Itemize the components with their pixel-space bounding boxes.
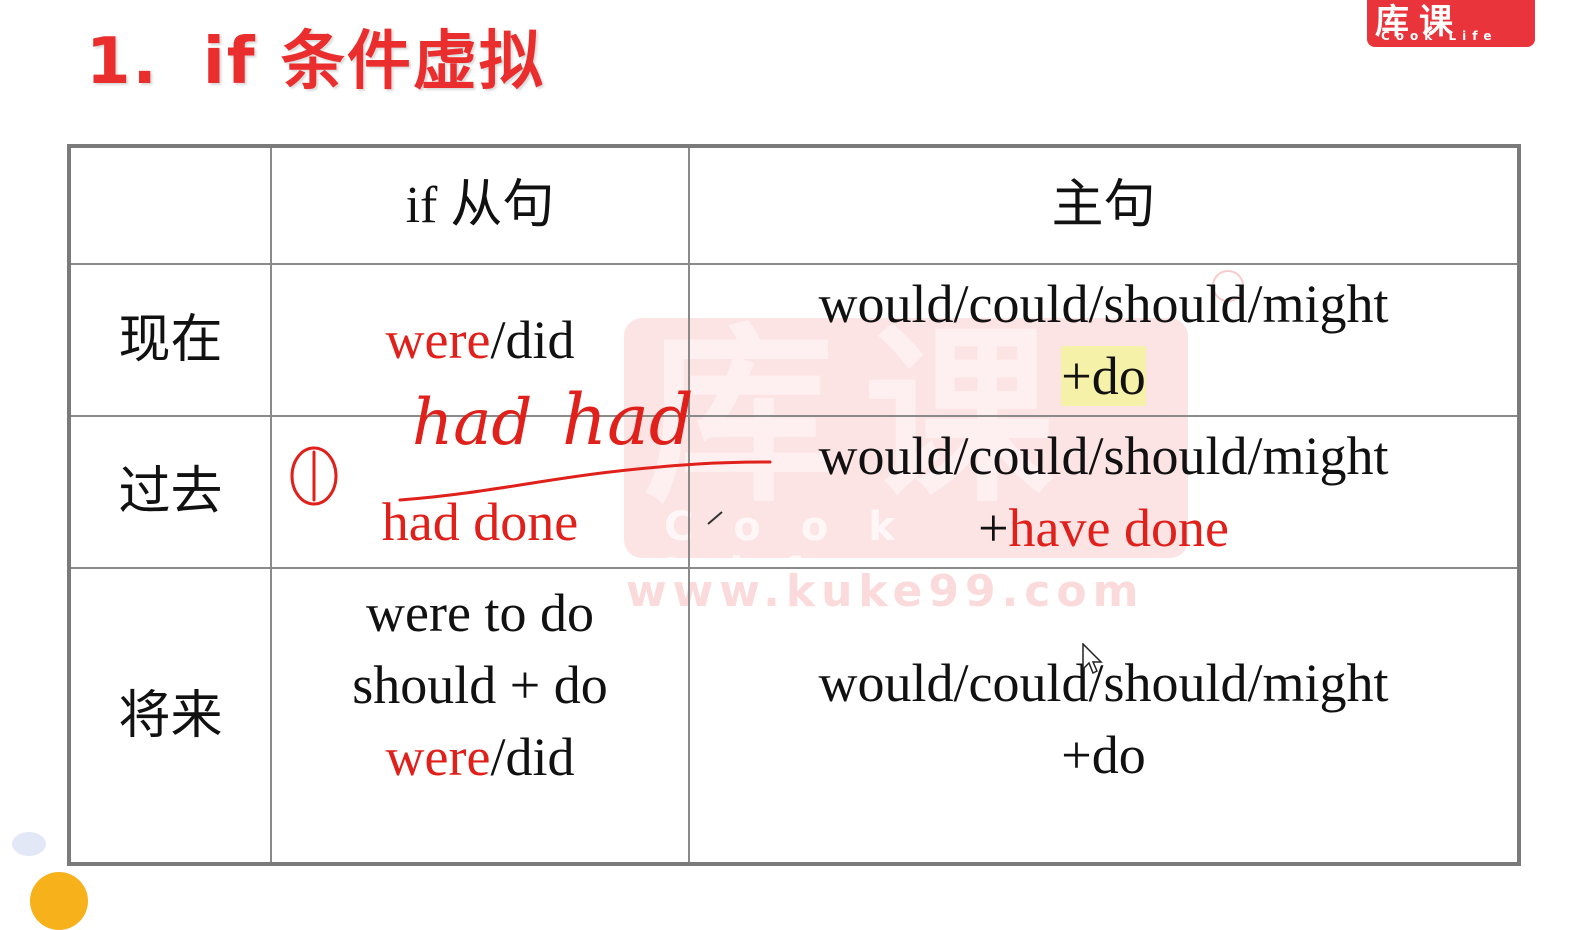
future-main-cell: would/could/should/might +do xyxy=(688,567,1520,865)
mouse-cursor-icon xyxy=(1082,643,1103,675)
future-main-do: +do xyxy=(1061,725,1146,785)
present-main-cell: would/could/should/might +do xyxy=(688,263,1520,417)
past-main-have-done: have done xyxy=(1008,498,1229,558)
present-main-modals: would/could/should/might xyxy=(818,274,1389,334)
past-main-line2: +have done xyxy=(690,492,1517,564)
past-main-plus: + xyxy=(978,498,1009,558)
header-main-clause: 主句 xyxy=(688,145,1520,265)
row-label-past: 过去 xyxy=(68,415,272,569)
slide-title: 1. if 条件虚拟 xyxy=(86,10,545,102)
brand-logo: 库课 Cook Life xyxy=(1367,0,1535,47)
future-if-were-to-do: were to do xyxy=(366,583,594,643)
present-main-line2: +do xyxy=(690,340,1517,412)
row-label-future: 将来 xyxy=(68,567,272,865)
decorative-orange-circle xyxy=(30,872,88,930)
table-header-row: if 从句 主句 xyxy=(68,145,1520,265)
past-main-modals: would/could/should/might xyxy=(818,426,1389,486)
future-if-did: /did xyxy=(490,727,575,787)
logo-subtitle: Cook Life xyxy=(1381,29,1498,43)
present-main-do: +do xyxy=(1061,346,1146,406)
future-if-should-do: should + do xyxy=(352,655,608,715)
future-if-were: were xyxy=(385,727,491,787)
future-if-cell: were to do should + do were/did xyxy=(270,567,690,865)
table-row: 将来 were to do should + do were/did would… xyxy=(68,567,1520,865)
past-main-cell: would/could/should/might +have done xyxy=(688,415,1520,569)
pen-cursor-icon xyxy=(707,511,723,525)
header-if-clause: if 从句 xyxy=(270,145,690,265)
circled-number: ① xyxy=(280,359,281,361)
row-label-present: 现在 xyxy=(68,263,272,417)
handwriting-had-2: had xyxy=(562,379,694,461)
title-number: 1. xyxy=(86,25,159,99)
decorative-dot xyxy=(12,832,46,856)
title-text: if 条件虚拟 xyxy=(202,25,545,99)
handwriting-had-1: had xyxy=(412,386,532,460)
strike-line xyxy=(398,460,772,502)
handwriting-annotation: ① had had xyxy=(280,359,772,506)
header-empty-cell xyxy=(68,145,272,265)
future-if-line3: were/did xyxy=(272,721,688,793)
